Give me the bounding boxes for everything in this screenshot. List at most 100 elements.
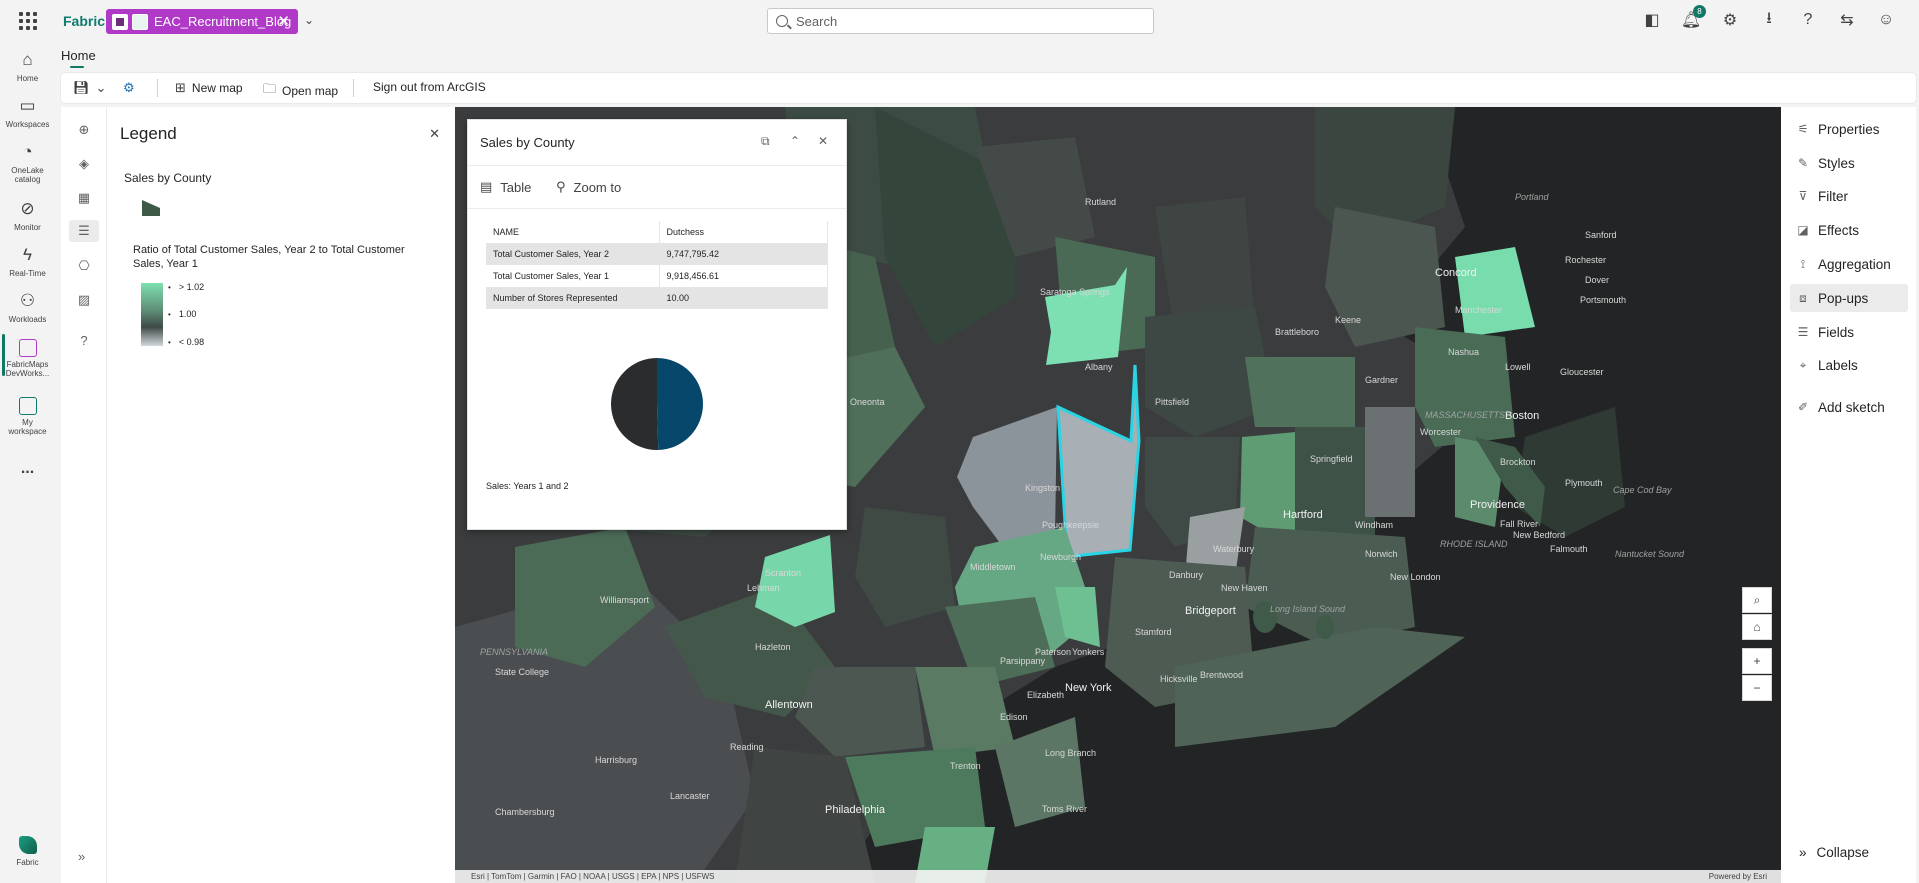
share-icon[interactable]: ⇆ — [1838, 9, 1856, 31]
open-map-button[interactable]: 🗀︎ Open map — [263, 80, 338, 102]
panel-item-styles[interactable]: ✎ Styles — [1790, 149, 1908, 177]
pie-slice-year1[interactable] — [611, 358, 659, 450]
table-cell: Number of Stores Represented — [486, 287, 660, 309]
panel-item-aggregation[interactable]: ⟟ Aggregation — [1790, 250, 1908, 278]
search-input[interactable]: Search — [767, 8, 1154, 34]
brand-name[interactable]: Fabric — [63, 13, 105, 29]
home-icon: ⌂ — [1753, 620, 1761, 634]
bookmark-icon[interactable]: ⎔ — [73, 255, 95, 277]
account-icon[interactable]: ☺ — [1877, 9, 1895, 31]
panel-item-properties[interactable]: ⚟ Properties — [1790, 115, 1908, 143]
ramp-label-low: < 0.98 — [168, 337, 204, 347]
add-icon[interactable]: ⊕ — [73, 119, 95, 141]
minus-icon: − — [1753, 681, 1761, 695]
expand-icon[interactable]: » — [78, 849, 85, 864]
close-icon[interactable]: ✕ — [429, 126, 440, 142]
sliders-icon: ⚟ — [1797, 122, 1809, 136]
map-attribution: Esri | TomTom | Garmin | FAO | NOAA | US… — [455, 870, 1781, 883]
panel-item-fields[interactable]: ☰ Fields — [1790, 318, 1908, 346]
app-launcher-icon[interactable] — [19, 12, 37, 30]
map-label: Trenton — [950, 761, 981, 771]
map-label: Elizabeth — [1027, 690, 1065, 700]
collapse-button[interactable]: » Collapse — [1799, 845, 1869, 860]
popup-title: Sales by County — [480, 135, 575, 150]
close-icon[interactable]: ✕ — [277, 12, 290, 30]
map-home-button[interactable]: ⌂ — [1742, 614, 1772, 640]
popup-divider — [468, 165, 846, 166]
nav-workspaces[interactable]: ▭ Workspaces — [0, 96, 55, 129]
map-label: Saratoga Springs — [1040, 287, 1110, 297]
map-label: New London — [1390, 572, 1441, 582]
gear-icon[interactable]: ⚙ — [1721, 9, 1739, 31]
nav-fabric[interactable]: Fabric — [0, 836, 55, 867]
map-label: Worcester — [1420, 427, 1461, 437]
popup-table-action[interactable]: ▤ Table — [480, 179, 531, 195]
panel-item-pop-ups[interactable]: ⧈ Pop-ups — [1790, 284, 1908, 312]
map-label: Parsippany — [1000, 656, 1046, 666]
map-label: Gloucester — [1560, 367, 1604, 377]
panel-item-effects[interactable]: ◪ Effects — [1790, 216, 1908, 244]
new-map-button[interactable]: ⊞ New map — [175, 80, 243, 96]
dock-icon[interactable]: ⧉ — [761, 134, 770, 149]
map-label: Portsmouth — [1580, 295, 1627, 305]
download-icon[interactable]: ⭳ — [1760, 9, 1778, 31]
close-icon[interactable]: ✕ — [818, 134, 828, 148]
zoom-in-button[interactable]: + — [1742, 648, 1772, 674]
nav-workloads[interactable]: ⚇ Workloads — [0, 291, 55, 324]
workspace-item-tab[interactable]: EAC_Recruitment_Blog ✕ — [106, 9, 298, 34]
bell-icon[interactable]: 🔔︎ 8 — [1681, 5, 1706, 31]
chevron-down-icon[interactable]: ⌄ — [304, 13, 314, 27]
panel-item-labels[interactable]: ⌖ Labels — [1790, 351, 1908, 379]
map-search-button[interactable]: ⌕ — [1742, 587, 1772, 613]
map-label: Pittsfield — [1155, 397, 1190, 407]
map-label: Long Island Sound — [1270, 604, 1346, 614]
tab-home[interactable]: Home — [61, 48, 96, 63]
panel-toggle-icon[interactable]: ◧ — [1643, 9, 1661, 31]
nav-real-time[interactable]: ϟ Real-Time — [0, 245, 55, 278]
nav-label: Monitor — [14, 223, 41, 232]
table-cell: 9,747,795.42 — [659, 243, 828, 265]
legend-icon[interactable]: ☰ — [69, 220, 99, 242]
help-icon[interactable]: ? — [73, 329, 95, 351]
save-dropdown-button[interactable]: 💾︎ ⌄ — [73, 80, 106, 96]
nav-my-workspace[interactable]: My workspace — [0, 397, 55, 436]
map-label: RHODE ISLAND — [1440, 539, 1508, 549]
panel-item-label: Labels — [1818, 357, 1858, 373]
nav-monitor[interactable]: ⊘ Monitor — [0, 199, 55, 232]
table-header-row: NAME Dutchess — [486, 221, 828, 243]
help-icon[interactable]: ? — [1799, 9, 1817, 31]
pie-slice-year2[interactable] — [657, 358, 704, 450]
new-map-icon: ⊞ — [175, 80, 186, 95]
nav-home[interactable]: ⌂ Home — [0, 50, 55, 83]
nav-onelake-catalog[interactable]: ◔ OneLake catalog — [0, 142, 55, 184]
zoom-action-label: Zoom to — [573, 179, 622, 195]
map-label: Lancaster — [670, 791, 710, 801]
nav-fabricmaps-workspace[interactable]: FabricMaps DevWorks... — [0, 339, 55, 378]
popup-zoom-action[interactable]: ⚲ Zoom to — [556, 179, 621, 195]
nav-more[interactable]: ... — [0, 460, 55, 478]
powered-by-esri[interactable]: Powered by Esri — [1709, 870, 1767, 883]
map-label: Chambersburg — [495, 807, 555, 817]
measure-icon[interactable]: ▨ — [73, 289, 95, 311]
sign-out-arcgis-button[interactable]: Sign out from ArcGIS — [373, 80, 486, 94]
panel-item-label: Fields — [1818, 324, 1855, 340]
panel-item-filter[interactable]: ⊽ Filter — [1790, 182, 1908, 210]
collapse-icon[interactable]: ⌃ — [790, 134, 800, 148]
basemap-icon[interactable]: ▦ — [73, 187, 95, 209]
map-label: Cape Cod Bay — [1613, 485, 1672, 495]
map-label: Harrisburg — [595, 755, 638, 765]
nav-label: workspace — [8, 427, 47, 436]
layers-icon[interactable]: ◈ — [73, 153, 95, 175]
settings-button[interactable]: ⚙ — [123, 80, 135, 96]
panel-item-label: Properties — [1818, 121, 1880, 137]
map-label: Hazleton — [755, 642, 791, 652]
zoom-out-button[interactable]: − — [1742, 675, 1772, 701]
nav-label: DevWorks... — [5, 369, 50, 378]
sales-pie-chart[interactable] — [609, 356, 705, 452]
panel-item-add-sketch[interactable]: ✐ Add sketch — [1790, 393, 1908, 421]
map-label: Oneonta — [850, 397, 885, 407]
zoom-icon: ⚲ — [556, 179, 566, 194]
map-label: Philadelphia — [825, 804, 885, 816]
aggregation-icon: ⟟ — [1800, 256, 1806, 271]
map-label: Stamford — [1135, 627, 1172, 637]
